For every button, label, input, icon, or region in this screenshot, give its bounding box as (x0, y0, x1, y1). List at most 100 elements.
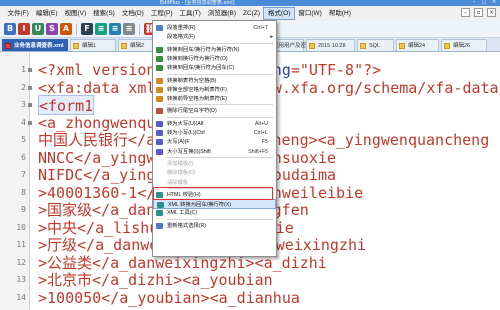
menu-item-1[interactable]: 编辑(E) (32, 7, 61, 20)
tab-label: 业务信息调查表.xml (14, 43, 64, 49)
doc-restore-icon[interactable]: ▫ (474, 8, 483, 17)
menu-item-icon (156, 65, 163, 72)
menu-item-icon (157, 202, 164, 209)
menu-item-7[interactable]: 浏览器(B) (204, 7, 239, 20)
menu-item-11[interactable]: 帮助(H) (325, 7, 354, 20)
format-menu-dropdown: 段落重排(R) Ctrl+T 段落格式(F) ▸ 转换到回车/换行符为换行符(N) 转换到… (152, 20, 277, 257)
line-number: 12 (16, 257, 26, 267)
doc-minimize-icon[interactable]: - (461, 8, 470, 17)
toolbar-separator (76, 23, 77, 35)
tab-label: 2015.10.28 (318, 43, 346, 49)
fold-marker-icon[interactable] (28, 85, 32, 90)
strikethrough-button[interactable]: S (46, 23, 58, 35)
menu-item-shortcut: Shift+F5 (248, 148, 268, 155)
menu-item-icon (156, 222, 163, 229)
menu-item-label: 大小写互换(I)(Shift (167, 148, 211, 155)
menu-separator (167, 42, 273, 44)
tab-5[interactable]: 2015.10.28 (306, 39, 355, 51)
tab-7[interactable]: 编辑24 (396, 39, 439, 51)
line-number-gutter: 1 2 3 4 5 6 7 8 9 10 11 12 13 14 (0, 52, 32, 310)
line-number: 11 (16, 240, 26, 249)
code-line[interactable]: >100050</a_youbian><a_dianhua (38, 288, 300, 308)
tab-8[interactable]: 编辑26 (441, 39, 487, 51)
doc-close-icon[interactable]: × (487, 8, 496, 17)
menu-item-label: XML 工具(C) (167, 210, 198, 217)
maximize-icon[interactable]: □ (480, 0, 488, 5)
code-text: >北京市</a_dizhi><a_youbian (38, 271, 273, 289)
line-number: 14 (16, 292, 26, 302)
menu-separator (167, 116, 273, 118)
menu-item-10[interactable]: 窗口(W) (295, 7, 325, 20)
file-icon (399, 43, 405, 49)
fold-marker-icon[interactable] (28, 120, 32, 125)
menu-item-0[interactable]: 文件(F) (4, 7, 32, 20)
menu-item-icon (156, 86, 163, 93)
file-icon (360, 43, 366, 49)
code-text: >国家级</a_dan (38, 201, 156, 219)
file-icon (73, 43, 79, 49)
code-text: >100050</a_youbian><a_dianhua (38, 288, 300, 307)
tab-6[interactable]: SQL (357, 39, 394, 51)
line-number: 13 (16, 275, 26, 284)
format-menu-item-26[interactable]: 重新格式选择(R) (153, 221, 276, 231)
line-number: 6 (21, 152, 26, 162)
line-number: 9 (21, 205, 26, 214)
menu-item-5[interactable]: 工程(P) (147, 7, 176, 20)
tab-1[interactable]: 编辑1 (70, 39, 116, 51)
file-icon (121, 43, 127, 49)
line-number: 3 (21, 100, 26, 109)
code-text: 中国人民银行</ (38, 131, 147, 149)
align-right-button[interactable]: ≡ (123, 23, 135, 35)
file-icon (5, 43, 11, 49)
align-center-button[interactable]: ≡ (109, 23, 121, 35)
menu-item-2[interactable]: 视图(V) (61, 7, 90, 20)
format-menu-item-1[interactable]: 段落格式(F) ▸ (153, 32, 276, 42)
submenu-arrow-icon: ▸ (270, 34, 273, 41)
format-menu-item-5[interactable]: 转换到回车/换行符为回车(C) (153, 63, 276, 73)
close-icon[interactable]: × (490, 0, 498, 5)
toolbar-separator (139, 23, 140, 35)
minimize-icon[interactable]: – (470, 0, 478, 5)
align-left-button[interactable]: ≡ (95, 23, 107, 35)
menu-separator (167, 73, 273, 75)
tab-label: 编辑24 (408, 43, 426, 49)
menu-item-icon (156, 25, 163, 31)
color-button[interactable]: A (60, 23, 72, 35)
menu-item-6[interactable]: 工具(T) (176, 7, 204, 20)
format-menu-item-11[interactable]: 删除行尾空白字符(D) (153, 106, 276, 116)
tab-label: SQL (369, 43, 381, 49)
code-text: <?xml version= (38, 61, 165, 79)
tab-label: 编辑1 (82, 43, 97, 49)
menu-item-icon (156, 148, 163, 155)
underline-button[interactable]: U (32, 23, 44, 35)
menu-item-label: 转换前导空格为制表符(E) (167, 96, 228, 103)
menu-item-4[interactable]: 文档(D) (118, 7, 147, 20)
font-button[interactable]: F (81, 23, 93, 35)
highlight-annotation-box (153, 187, 273, 200)
format-menu-item-16[interactable]: 大小写互换(I)(Shift Shift+F5 (153, 147, 276, 157)
menu-item-icon (156, 108, 163, 115)
format-menu-item-24[interactable]: XML 工具(C) (153, 208, 276, 218)
fold-marker-icon[interactable] (28, 68, 32, 72)
bold-button[interactable]: B (4, 23, 16, 35)
line-number: 10 (16, 222, 26, 232)
code-text: >中央</a_lishu (38, 218, 159, 237)
line-number: 2 (21, 82, 26, 92)
fold-marker-icon[interactable] (28, 103, 32, 107)
format-menu-item-9[interactable]: 转换前导空格为制表符(E) (153, 94, 276, 104)
menu-item-8[interactable]: ZC(Z) (240, 7, 264, 20)
code-text: ="UTF-8"?> (290, 61, 382, 79)
menu-item-3[interactable]: 搜索(S) (90, 7, 119, 20)
italic-button[interactable]: I (18, 23, 30, 35)
menu-item-label: 清除模板 (167, 179, 189, 186)
code-text: <a_zhongwenqu (38, 113, 156, 132)
menu-item-icon (156, 55, 163, 62)
menu-item-icon (156, 139, 163, 146)
file-icon (444, 43, 450, 49)
menu-item-9[interactable]: 格式(O) (263, 7, 295, 20)
menu-item-icon (156, 120, 163, 127)
tab-0[interactable]: 业务信息调查表.xml (2, 39, 68, 51)
menu-bar: 文件(F) 编辑(E) 视图(V) 搜索(S) 文档(D) 工程(P) 工具(T) 浏览器(B… (0, 6, 500, 21)
menu-item-label: 删除行尾空白字符(D) (167, 108, 217, 115)
menu-item-label: 段落格式(F) (167, 34, 195, 41)
